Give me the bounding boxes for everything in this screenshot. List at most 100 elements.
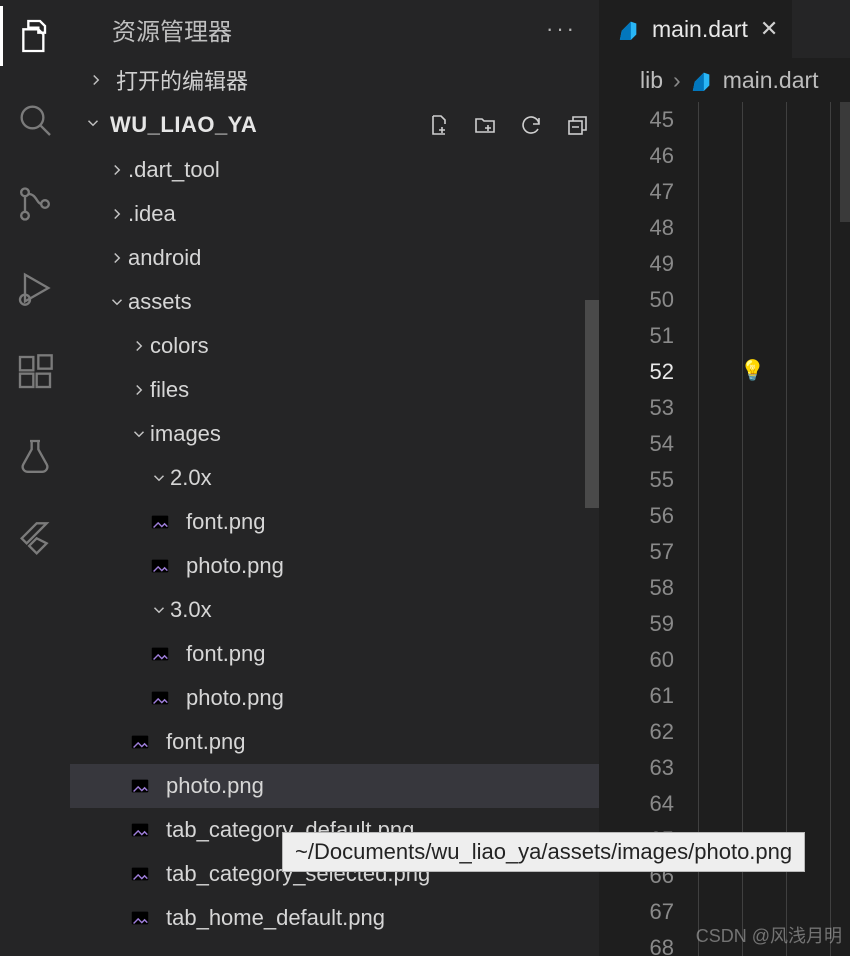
image-file-icon	[128, 906, 152, 930]
line-number: 58	[600, 570, 688, 606]
code-area[interactable]: 4546474849505152535455565758596061626364…	[600, 102, 850, 956]
code-line[interactable]	[688, 174, 850, 210]
hover-tooltip: ~/Documents/wu_liao_ya/assets/images/pho…	[282, 832, 805, 872]
code-line[interactable]	[688, 786, 850, 822]
code-content[interactable]: 💡	[688, 102, 850, 956]
testing-icon[interactable]	[13, 434, 57, 478]
image-file-icon	[148, 686, 172, 710]
line-number: 68	[600, 930, 688, 956]
file-tab-home-default[interactable]: tab_home_default.png	[70, 896, 599, 940]
image-file-icon	[148, 554, 172, 578]
code-line[interactable]	[688, 714, 850, 750]
folder-android[interactable]: android	[70, 236, 599, 280]
extensions-icon[interactable]	[13, 350, 57, 394]
code-line[interactable]	[688, 570, 850, 606]
line-number: 62	[600, 714, 688, 750]
code-line[interactable]	[688, 498, 850, 534]
line-number: 55	[600, 462, 688, 498]
image-file-icon	[148, 642, 172, 666]
code-line[interactable]	[688, 426, 850, 462]
code-line[interactable]	[688, 390, 850, 426]
line-number-gutter: 4546474849505152535455565758596061626364…	[600, 102, 688, 956]
chevron-right-icon	[106, 249, 128, 267]
code-line[interactable]: 💡	[688, 354, 850, 390]
breadcrumb-folder[interactable]: lib	[640, 67, 663, 94]
chevron-right-icon: ›	[673, 67, 681, 94]
folder-idea[interactable]: .idea	[70, 192, 599, 236]
close-icon[interactable]: ✕	[760, 16, 778, 42]
tab-main-dart[interactable]: main.dart ✕	[600, 0, 792, 58]
file-font[interactable]: font.png	[70, 720, 599, 764]
line-number: 52	[600, 354, 688, 390]
line-number: 59	[600, 606, 688, 642]
editor-scrollbar[interactable]	[840, 102, 850, 956]
editor-tabs: main.dart ✕	[600, 0, 850, 58]
folder-assets[interactable]: assets	[70, 280, 599, 324]
line-number: 63	[600, 750, 688, 786]
open-editors-section[interactable]: 打开的编辑器	[70, 58, 599, 102]
chevron-down-icon	[128, 425, 150, 443]
refresh-icon[interactable]	[519, 113, 543, 137]
code-line[interactable]	[688, 534, 850, 570]
more-actions-icon[interactable]: ···	[546, 16, 577, 42]
folder-files[interactable]: files	[70, 368, 599, 412]
file-2x-font[interactable]: font.png	[70, 500, 599, 544]
project-name: WU_LIAO_YA	[110, 112, 257, 138]
file-2x-photo[interactable]: photo.png	[70, 544, 599, 588]
folder-colors[interactable]: colors	[70, 324, 599, 368]
image-file-icon	[128, 730, 152, 754]
line-number: 60	[600, 642, 688, 678]
code-line[interactable]	[688, 138, 850, 174]
search-icon[interactable]	[13, 98, 57, 142]
project-section-header[interactable]: WU_LIAO_YA	[70, 102, 599, 148]
chevron-down-icon	[148, 469, 170, 487]
lightbulb-icon[interactable]: 💡	[740, 358, 765, 383]
watermark: CSDN @风浅月明	[696, 922, 842, 948]
code-line[interactable]	[688, 246, 850, 282]
chevron-down-icon	[106, 293, 128, 311]
image-file-icon	[128, 862, 152, 886]
new-folder-icon[interactable]	[473, 113, 497, 137]
file-photo[interactable]: photo.png	[70, 764, 599, 808]
image-file-icon	[148, 510, 172, 534]
line-number: 50	[600, 282, 688, 318]
code-line[interactable]	[688, 210, 850, 246]
code-line[interactable]	[688, 750, 850, 786]
folder-dart-tool[interactable]: .dart_tool	[70, 148, 599, 192]
line-number: 56	[600, 498, 688, 534]
line-number: 46	[600, 138, 688, 174]
code-line[interactable]	[688, 642, 850, 678]
run-debug-icon[interactable]	[13, 266, 57, 310]
breadcrumb[interactable]: lib › main.dart	[600, 58, 850, 102]
file-3x-photo[interactable]: photo.png	[70, 676, 599, 720]
chevron-right-icon	[106, 205, 128, 223]
scrollbar-thumb[interactable]	[840, 102, 850, 222]
source-control-icon[interactable]	[13, 182, 57, 226]
folder-images[interactable]: images	[70, 412, 599, 456]
open-editors-label: 打开的编辑器	[116, 64, 248, 96]
flutter-icon[interactable]	[13, 518, 57, 562]
explorer-icon[interactable]	[13, 14, 57, 58]
folder-2x[interactable]: 2.0x	[70, 456, 599, 500]
collapse-all-icon[interactable]	[565, 113, 589, 137]
chevron-right-icon	[86, 71, 106, 89]
line-number: 54	[600, 426, 688, 462]
code-line[interactable]	[688, 462, 850, 498]
code-line[interactable]	[688, 318, 850, 354]
breadcrumb-file[interactable]: main.dart	[723, 67, 819, 94]
activity-bar	[0, 0, 70, 956]
scrollbar-thumb[interactable]	[585, 300, 599, 508]
line-number: 57	[600, 534, 688, 570]
file-3x-font[interactable]: font.png	[70, 632, 599, 676]
dart-file-icon	[691, 69, 713, 91]
code-line[interactable]	[688, 102, 850, 138]
line-number: 67	[600, 894, 688, 930]
code-line[interactable]	[688, 678, 850, 714]
code-line[interactable]	[688, 606, 850, 642]
line-number: 64	[600, 786, 688, 822]
editor-area: main.dart ✕ lib › main.dart 454647484950…	[599, 0, 850, 956]
new-file-icon[interactable]	[427, 113, 451, 137]
folder-3x[interactable]: 3.0x	[70, 588, 599, 632]
code-line[interactable]	[688, 282, 850, 318]
tab-label: main.dart	[652, 16, 748, 43]
